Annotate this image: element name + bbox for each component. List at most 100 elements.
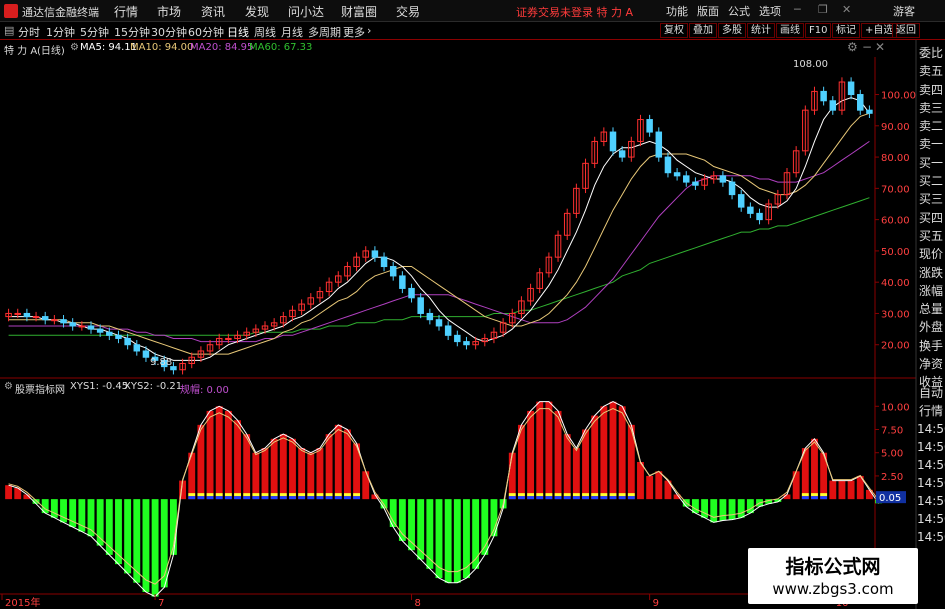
signal-mark [582, 496, 589, 500]
signal-mark [508, 493, 516, 497]
high-price-label: 108.00 [793, 59, 828, 70]
indicator-bar [435, 499, 443, 579]
candle-body [683, 175, 690, 183]
side-label: 买二 [918, 174, 943, 189]
indicator-bar [646, 475, 654, 500]
signal-mark [289, 493, 296, 497]
price-tick-label: 30.00 [881, 309, 910, 320]
price-tick-label: 60.00 [881, 216, 910, 227]
indicator-bar [701, 499, 709, 518]
candle-body [618, 150, 626, 158]
signal-mark [545, 493, 553, 497]
indicator-bar [362, 471, 370, 500]
signal-mark [536, 496, 544, 500]
indicator-bar [719, 499, 727, 521]
tick-time: 14:50 [917, 512, 945, 526]
side-label: 净资 [918, 357, 943, 372]
signal-mark [307, 493, 315, 497]
watermark-box: 指标公式网 www.zbgs3.com [748, 548, 918, 604]
signal-mark [197, 493, 205, 497]
candle-body [756, 212, 763, 221]
indicator-bar [298, 448, 306, 500]
signal-mark [252, 493, 260, 497]
tick-time: 14:50 [917, 422, 945, 436]
side-label: 换手 [918, 338, 943, 353]
time-sales-panel: 自动 行情 14:50 14:50 14:50 14:50 14:50 14:5… [917, 384, 945, 546]
candle-body [847, 81, 855, 96]
signal-mark [545, 496, 553, 500]
side-label[interactable]: 自动 [917, 384, 945, 402]
side-label: 涨跌 [918, 265, 943, 280]
indicator-bar [545, 401, 553, 500]
candle-body [719, 175, 727, 183]
candle-body [225, 337, 232, 340]
signal-mark [820, 496, 828, 500]
candle-body [408, 287, 415, 299]
signal-mark [298, 496, 306, 500]
price-tick-label: 70.00 [881, 184, 910, 195]
signal-mark [618, 496, 626, 500]
kline-chart[interactable]: 100.00 90.00 80.00 70.00 60.00 50.00 40.00 30.0… [0, 0, 945, 609]
indicator-bar [124, 499, 132, 574]
side-label[interactable]: 行情 [917, 402, 945, 420]
signal-mark [261, 496, 269, 500]
candle-body [60, 319, 67, 324]
order-book-panel: 委比 卖五 卖四 卖三 卖二 卖一 买一 买二 买三 买四 买五 现价 涨跌 涨… [917, 44, 945, 392]
candle-body [133, 344, 141, 352]
signal-mark [572, 493, 580, 497]
side-label: 卖二 [918, 119, 943, 134]
signal-mark [197, 496, 205, 500]
candle-body [371, 250, 379, 258]
current-value-label: 0.05 [879, 493, 901, 504]
signal-mark [252, 496, 260, 500]
price-tick-label: 90.00 [881, 122, 910, 133]
indicator-bar [343, 429, 351, 500]
signal-mark [609, 493, 617, 497]
indicator-bar [554, 410, 562, 500]
signal-mark [811, 493, 818, 497]
candle-body [820, 90, 827, 102]
signal-mark [563, 496, 571, 500]
signal-mark [188, 496, 196, 500]
indicator-bar [609, 401, 617, 500]
candle-body [389, 266, 397, 277]
indicator-bar [261, 448, 269, 500]
indicator-bar [316, 448, 324, 500]
indicator-bar [270, 438, 278, 500]
candle-body [87, 325, 95, 330]
candle-body [664, 156, 672, 174]
tick-time: 14:50 [917, 440, 945, 454]
signal-mark [224, 493, 232, 497]
signal-mark [334, 493, 342, 497]
candle-body [655, 131, 663, 158]
time-tick-label: 2015年 [5, 596, 40, 609]
indicator-bar [334, 424, 342, 500]
signal-mark [243, 496, 251, 500]
side-label: 卖四 [918, 82, 943, 97]
indicator-bar [426, 499, 434, 569]
sub-tick-label: 10.00 [881, 402, 910, 413]
candle-body [23, 312, 31, 318]
signal-mark [517, 493, 525, 497]
candle-body [51, 319, 58, 322]
candle-body [463, 341, 470, 346]
candle-body [728, 181, 736, 196]
time-tick-label: 8 [415, 598, 421, 609]
candle-body [399, 275, 406, 289]
side-label: 委比 [918, 46, 943, 60]
candle-body [829, 100, 837, 111]
signal-mark [517, 496, 525, 500]
candle-body [41, 316, 49, 321]
indicator-bar [279, 434, 287, 500]
indicator-bar [160, 499, 168, 588]
indicator-bar [398, 499, 406, 541]
price-tick-label: 40.00 [881, 278, 910, 289]
candle-body [14, 312, 21, 315]
indicator-bar [728, 499, 736, 520]
signal-mark [353, 496, 361, 500]
price-tick-label: 80.00 [881, 153, 910, 164]
watermark-url: www.zbgs3.com [772, 580, 894, 598]
signal-mark [582, 493, 589, 497]
signal-mark [279, 496, 287, 500]
indicator-bar [50, 499, 58, 518]
